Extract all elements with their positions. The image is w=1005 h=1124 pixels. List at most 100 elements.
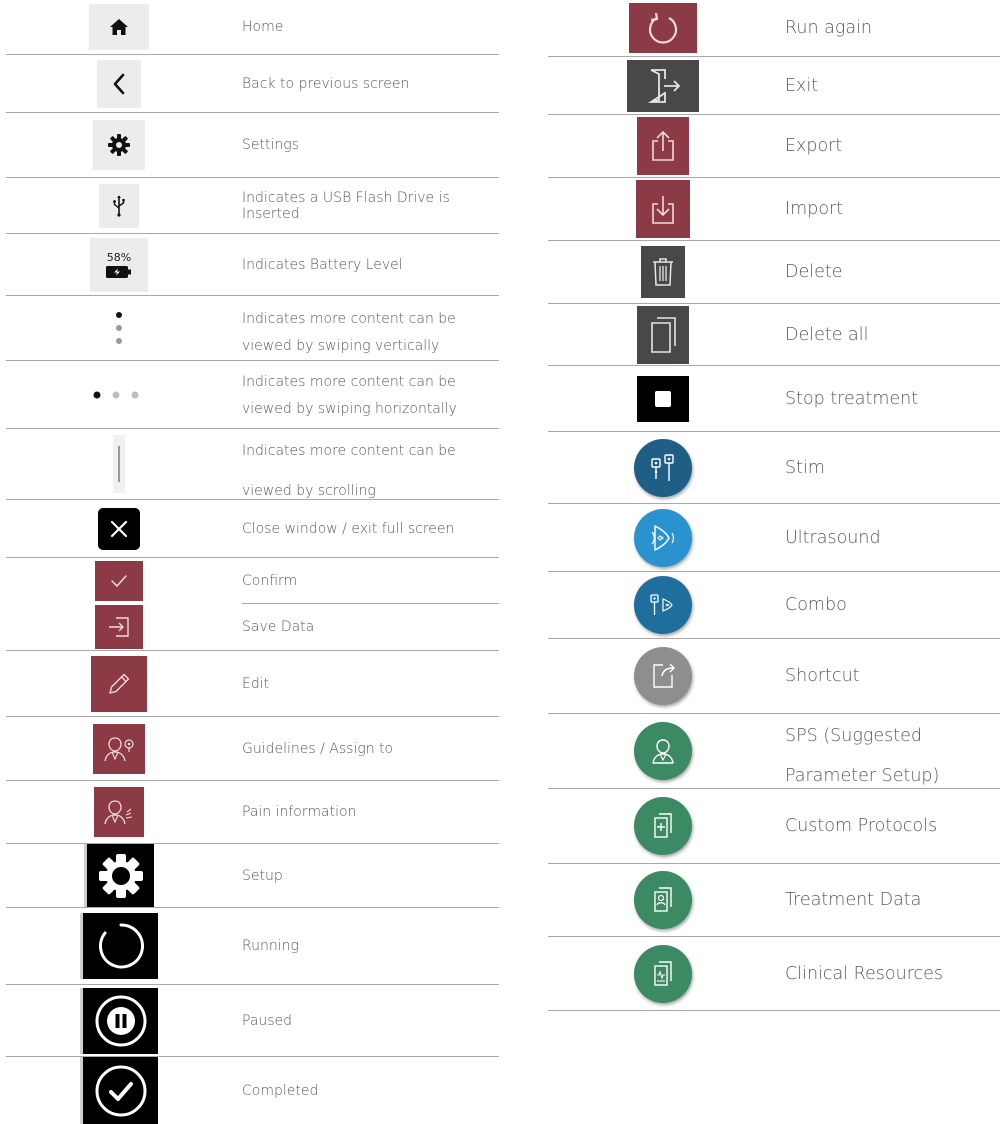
legend-label: Paused xyxy=(242,1012,293,1029)
paused-icon xyxy=(80,987,158,1054)
horizontal-dots-icon xyxy=(91,389,147,401)
legend-label: Guidelines / Assign to xyxy=(242,740,394,757)
export-icon xyxy=(637,117,689,175)
legend-row-treatment-data: Treatment Data xyxy=(548,864,1000,936)
home-icon xyxy=(89,4,149,50)
legend-label: Save Data xyxy=(242,619,315,635)
legend-label: Settings xyxy=(242,137,299,153)
legend-row-custom-protocols: Custom Protocols xyxy=(548,789,1000,863)
legend-label: Confirm xyxy=(242,572,298,589)
completed-icon xyxy=(80,1057,158,1124)
legend-label: Delete xyxy=(785,262,843,282)
stim-icon xyxy=(634,438,692,497)
legend-row-confirm: Confirm xyxy=(0,558,500,603)
legend-row-close: Close window / exit full screen xyxy=(0,500,500,557)
legend-label: Run again xyxy=(785,17,873,38)
refresh-icon xyxy=(629,2,697,53)
legend-row-run-again: Run again xyxy=(548,0,1000,55)
legend-row-stim: Stim xyxy=(548,432,1000,503)
chevron-left-icon xyxy=(97,59,141,108)
legend-row-delete: Delete xyxy=(548,241,1000,303)
legend-row-delete-all: Delete all xyxy=(548,304,1000,365)
legend-label: Clinical Resources xyxy=(785,963,944,984)
legend-label: Import xyxy=(785,199,844,219)
legend-row-completed: Completed xyxy=(0,1057,500,1124)
legend-row-sps: SPS (Suggested Parameter Setup) xyxy=(548,714,1000,788)
vertical-dots-icon xyxy=(114,308,124,348)
legend-row-edit: Edit xyxy=(0,651,500,716)
legend-label: Shortcut xyxy=(785,666,860,686)
legend-label-line1: Indicates more content can be xyxy=(242,443,456,459)
import-icon xyxy=(636,180,690,238)
legend-label: Setup xyxy=(242,867,283,884)
legend-row-ultrasound: Ultrasound xyxy=(548,504,1000,571)
legend-row-paused: Paused xyxy=(0,985,500,1056)
legend-label: Delete all xyxy=(785,324,869,345)
legend-row-back: Back to previous screen xyxy=(0,55,500,112)
legend-row-import: Import xyxy=(548,178,1000,240)
battery-icon: 58% xyxy=(90,237,148,292)
legend-label-line2: viewed by swiping vertically xyxy=(242,338,440,354)
gear-icon xyxy=(93,120,145,170)
row-divider xyxy=(548,1010,1000,1011)
legend-label: Stim xyxy=(785,457,825,478)
custom-protocols-icon xyxy=(634,797,692,855)
checkmark-icon xyxy=(95,560,143,601)
legend-row-settings: Settings xyxy=(0,113,500,177)
legend-row-combo: Combo xyxy=(548,572,1000,638)
legend-label: Custom Protocols xyxy=(785,816,938,836)
exit-door-icon xyxy=(627,59,699,112)
shortcut-icon xyxy=(634,647,692,705)
legend-label: Stop treatment xyxy=(785,388,919,409)
legend-label: Running xyxy=(242,938,299,954)
scrollbar-icon xyxy=(113,435,125,493)
legend-row-swipe-horizontal: Indicates more content can be viewed by … xyxy=(0,361,500,428)
legend-row-battery: 58% Indicates Battery Level xyxy=(0,234,500,295)
close-icon xyxy=(98,507,140,550)
stop-icon xyxy=(637,375,689,422)
legend-label: Treatment Data xyxy=(785,890,922,910)
legend-label: Close window / exit full screen xyxy=(242,520,455,537)
setup-gear-icon xyxy=(84,844,154,907)
legend-row-pain-info: Pain information xyxy=(0,781,500,843)
pencil-icon xyxy=(91,655,147,712)
legend-row-running: Running xyxy=(0,908,500,984)
legend-label: Home xyxy=(242,19,284,35)
legend-label: Exit xyxy=(785,75,819,96)
legend-label: Combo xyxy=(785,595,847,615)
legend-label: Indicates Battery Level xyxy=(242,256,403,273)
trash-icon xyxy=(641,246,685,298)
legend-label: Pain information xyxy=(242,804,357,820)
legend-row-stop-treatment: Stop treatment xyxy=(548,366,1000,431)
legend-label-line1: SPS (Suggested xyxy=(785,726,922,746)
pain-info-icon xyxy=(94,787,144,837)
guidelines-icon xyxy=(93,723,145,774)
battery-percent: 58% xyxy=(106,251,132,264)
delete-all-icon xyxy=(637,305,689,364)
legend-label: Completed xyxy=(242,1082,319,1099)
save-data-icon xyxy=(95,605,143,649)
legend-row-export: Export xyxy=(548,115,1000,177)
legend-row-swipe-vertical: Indicates more content can be viewed by … xyxy=(0,296,500,360)
legend-row-exit: Exit xyxy=(548,57,1000,114)
legend-label-line2: viewed by swiping horizontally xyxy=(242,401,457,417)
sps-icon xyxy=(634,722,692,780)
legend-row-shortcut: Shortcut xyxy=(548,639,1000,713)
treatment-data-icon xyxy=(634,871,692,929)
legend-row-guidelines: Guidelines / Assign to xyxy=(0,717,500,780)
legend-label: Edit xyxy=(242,675,270,692)
legend-row-clinical-resources: Clinical Resources xyxy=(548,937,1000,1010)
legend-row-usb: Indicates a USB Flash Drive is Inserted xyxy=(0,178,500,233)
legend-row-save-data: Save Data xyxy=(0,604,500,650)
legend-row-home: Home xyxy=(0,0,500,54)
legend-label: Back to previous screen xyxy=(242,75,410,92)
combo-icon xyxy=(634,576,692,634)
clinical-resources-icon xyxy=(634,944,692,1003)
running-icon xyxy=(80,913,158,979)
legend-label: Export xyxy=(785,136,843,156)
usb-icon xyxy=(99,183,139,228)
legend-label: Indicates a USB Flash Drive is Inserted xyxy=(242,189,450,222)
legend-label: Ultrasound xyxy=(785,527,881,548)
legend-row-setup: Setup xyxy=(0,844,500,907)
legend-label-line1: Indicates more content can be xyxy=(242,311,456,327)
